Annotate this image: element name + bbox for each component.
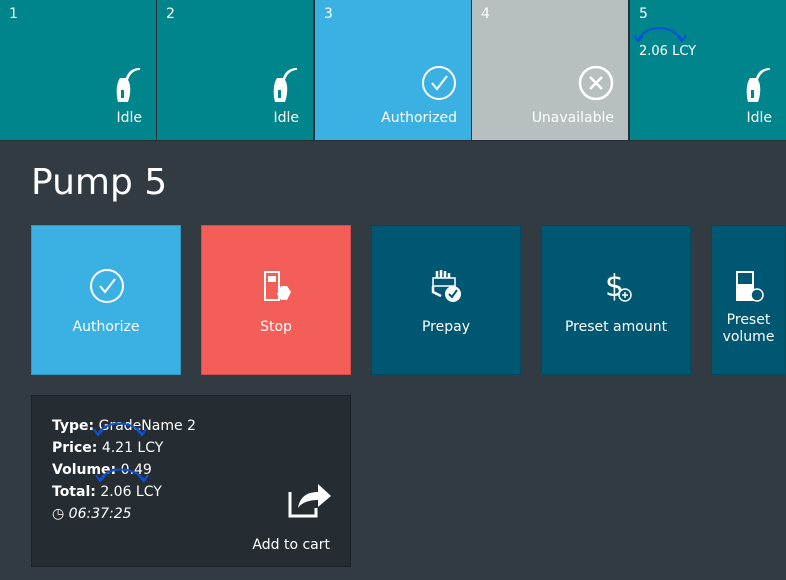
total-value: 2.06 LCY [100,484,162,500]
transaction-card[interactable]: Type: GradeName 2 Price: 4.21 LCY Volume… [31,395,351,567]
total-label: Total: [52,484,96,500]
swipe-arrow-icon [633,27,687,43]
pump-status: Unavailable [531,110,614,126]
check-circle-icon [90,269,124,303]
pump-number: 2 [166,6,175,22]
page-title: Pump 5 [31,162,168,203]
pump-status: Authorized [381,110,457,126]
swipe-arrow-icon [93,422,147,437]
pump-status: Idle [746,110,772,126]
prepay-button[interactable]: Prepay [371,225,521,375]
check-circle-icon [422,66,456,100]
pump-tile-2[interactable]: 2 Idle [157,0,313,140]
clock-icon: ◷ [52,506,65,522]
pump-number: 5 [639,6,648,22]
preset-volume-icon [736,271,764,302]
authorize-button[interactable]: Authorize [31,225,181,375]
add-to-cart-label[interactable]: Add to cart [252,537,330,553]
close-circle-icon [578,65,614,101]
dollar-plus-icon: $ [605,269,632,304]
preset-volume-button[interactable]: Preset volume [711,225,786,375]
price-value: 4.21 LCY [101,440,164,456]
pump-tile-5[interactable]: 5 2.06 LCY Idle [630,0,786,140]
button-label: Prepay [421,319,470,335]
type-label: Type: [52,418,95,434]
pump-amount: 2.06 LCY [639,44,697,59]
stop-button[interactable]: Stop [201,225,351,375]
pump-tile-4[interactable]: 4 Unavailable [472,0,628,140]
pump-tile-1[interactable]: 1 Idle [0,0,156,140]
time-value: 06:37:25 [68,506,132,522]
pump-status: Idle [273,110,299,126]
button-label: Preset amount [564,319,668,335]
price-label: Price: [52,440,98,456]
swipe-arrow-icon [95,468,149,483]
fuel-nozzle-icon [746,68,770,102]
preset-amount-button[interactable]: $ Preset amount [541,225,691,375]
button-label: Authorize [72,319,140,335]
prepay-icon [431,270,461,302]
add-to-cart-icon[interactable] [288,482,332,518]
pump-status: Idle [116,110,142,126]
fuel-nozzle-icon [273,68,297,102]
stop-pump-icon [264,271,291,301]
pump-number: 3 [324,6,333,22]
pump-tiles: 1 Idle 2 Idle 3 Authorized 4 Unavailable… [0,0,786,141]
button-label: Preset volume [722,312,775,345]
fuel-nozzle-icon [116,68,140,102]
pump-tile-3[interactable]: 3 Authorized [315,0,471,140]
pump-number: 4 [481,6,490,22]
pump-number: 1 [9,6,18,22]
button-label: Stop [260,319,292,335]
